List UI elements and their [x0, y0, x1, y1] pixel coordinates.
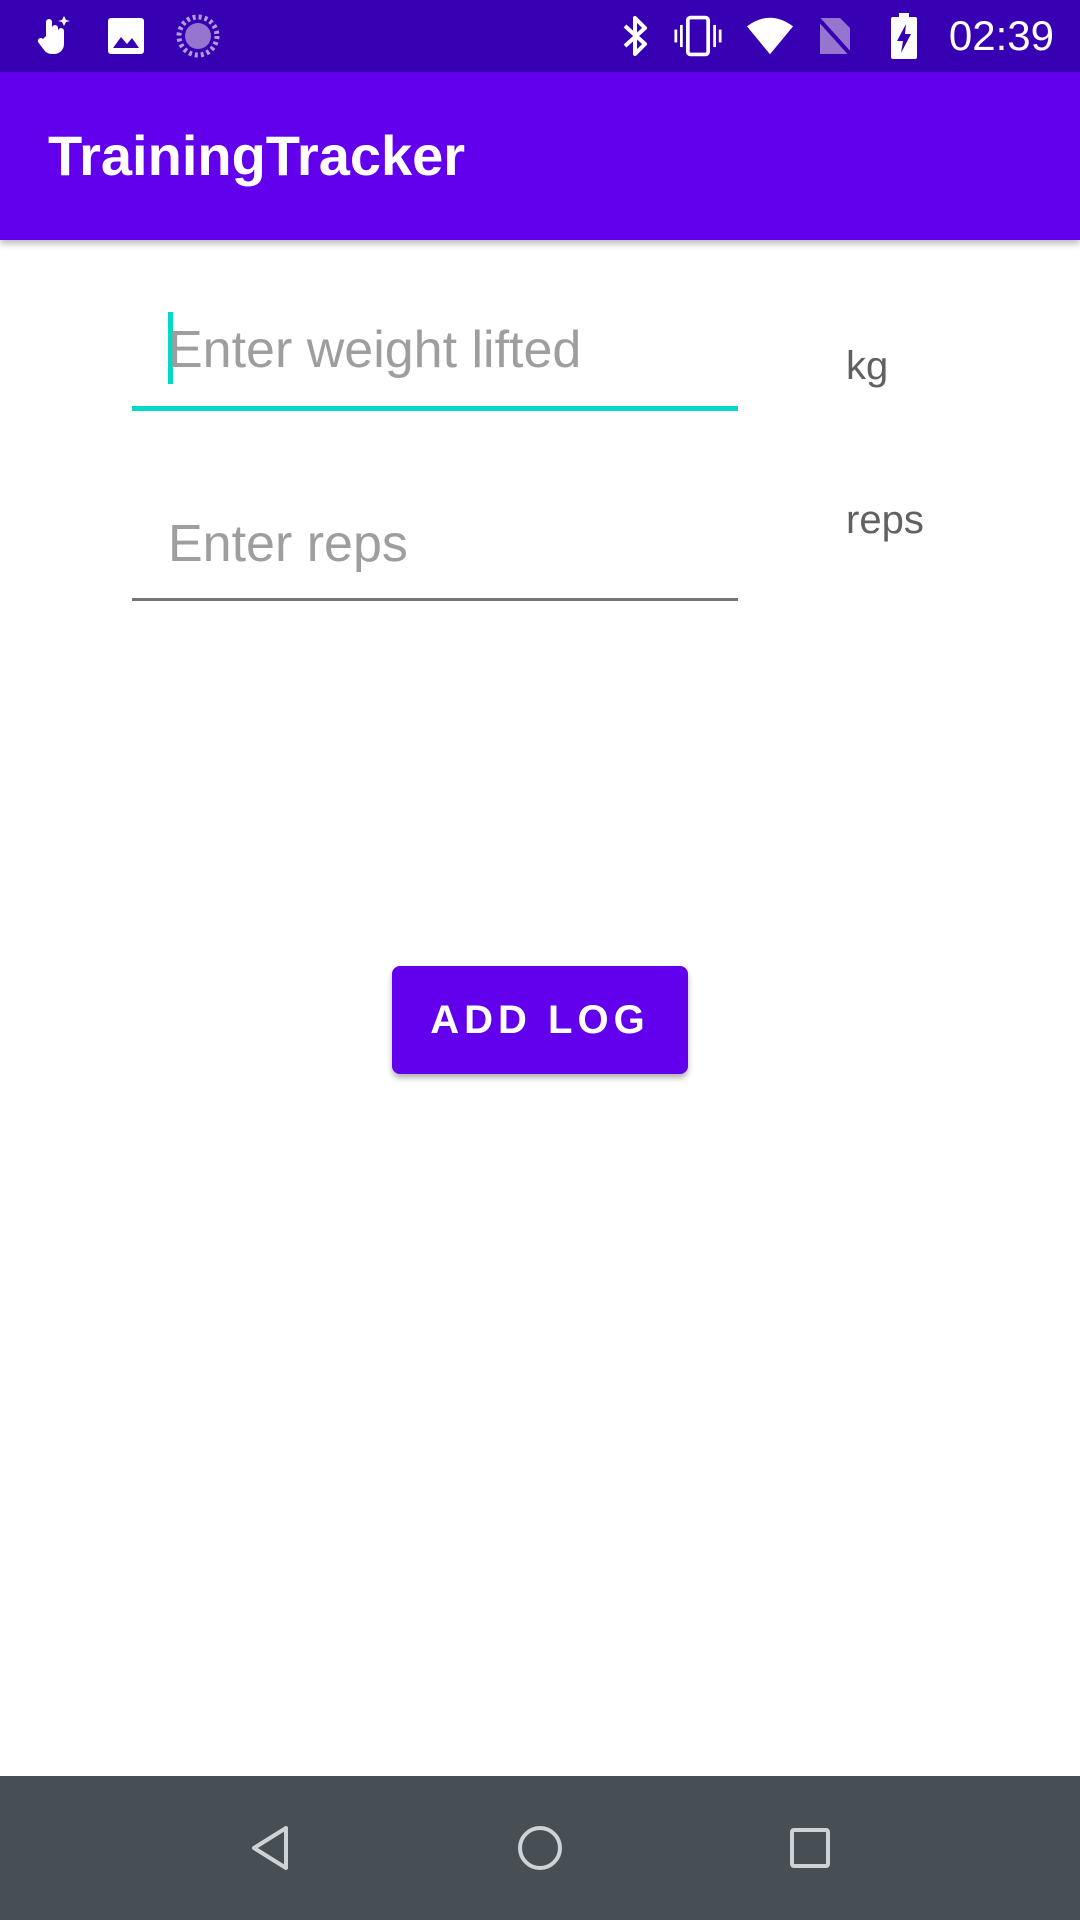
weight-placeholder: Enter weight lifted	[168, 321, 582, 379]
screen: 02:39 TrainingTracker Enter weight lifte…	[0, 0, 1080, 1920]
battery-charging-icon	[880, 12, 928, 60]
app-bar: TrainingTracker	[0, 72, 1080, 240]
weight-unit-label: kg	[846, 344, 889, 388]
gesture-icon	[30, 12, 78, 60]
reps-field[interactable]: Enter reps	[132, 500, 738, 601]
weight-input[interactable]: Enter weight lifted	[132, 302, 738, 411]
sync-icon	[174, 12, 222, 60]
reps-input[interactable]: Enter reps	[132, 500, 738, 601]
add-log-button[interactable]: ADD LOG	[392, 966, 688, 1074]
bluetooth-icon	[612, 12, 660, 60]
reps-unit-label: reps	[846, 498, 924, 542]
navigation-bar	[0, 1776, 1080, 1920]
no-sim-icon	[810, 12, 858, 60]
status-bar: 02:39	[0, 0, 1080, 72]
home-icon[interactable]	[504, 1812, 576, 1884]
wifi-icon	[746, 12, 794, 60]
weight-field[interactable]: Enter weight lifted	[132, 302, 738, 411]
image-icon	[102, 12, 150, 60]
vibrate-icon	[674, 12, 722, 60]
back-icon[interactable]	[234, 1812, 306, 1884]
recents-icon[interactable]	[774, 1812, 846, 1884]
reps-underline	[132, 598, 738, 601]
reps-placeholder: Enter reps	[168, 515, 408, 573]
weight-underline	[132, 406, 738, 411]
status-time: 02:39	[948, 12, 1054, 59]
app-title: TrainingTracker	[48, 124, 466, 187]
